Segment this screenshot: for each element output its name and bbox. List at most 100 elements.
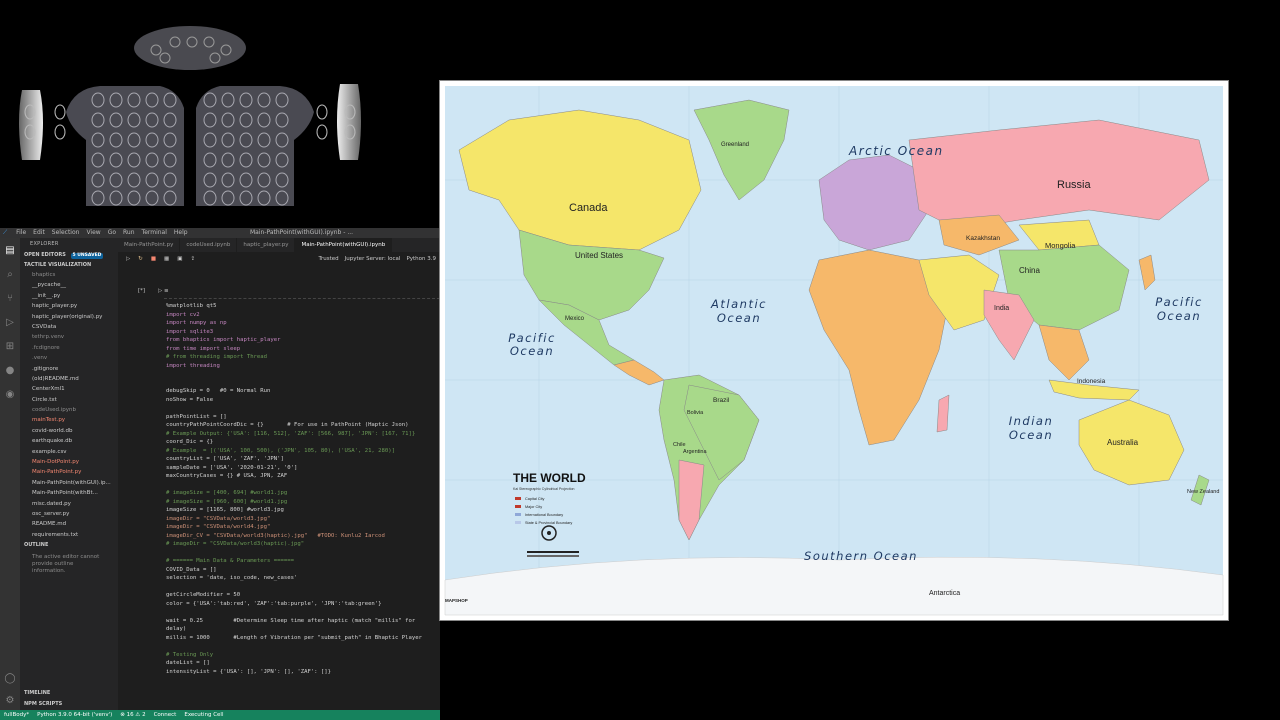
file-tree-item[interactable]: misc.dated.py (20, 499, 118, 509)
file-tree-item[interactable]: __init__.py (20, 291, 118, 301)
editor-tab[interactable]: haptic_player.py (237, 238, 296, 252)
file-tree-item[interactable]: CenterXml1 (20, 384, 118, 394)
run-cell-icon[interactable]: ▷ ≡ (158, 288, 169, 294)
open-editors-section[interactable]: OPEN EDITORS 5 UNSAVED (20, 250, 118, 260)
title-bar: ⟋ File Edit Selection View Go Run Terminal Help… (0, 228, 440, 238)
code-line: coord_Dic = {} (166, 439, 214, 445)
export-icon[interactable]: ⇪ (190, 256, 195, 262)
editor-tab[interactable]: Main-PathPoint(withGUI).ipynb (295, 238, 393, 252)
project-folder[interactable]: TACTILE VISUALIZATION (20, 260, 118, 270)
haptic-vest-diagram (19, 26, 361, 206)
menu-item[interactable]: Go (108, 229, 116, 236)
file-tree-item[interactable]: osc_server.py (20, 509, 118, 519)
publisher-logo: MAPSHOP (445, 598, 468, 603)
menu-item[interactable]: Run (123, 229, 135, 236)
file-tree-item[interactable]: haptic_player.py (20, 301, 118, 311)
arctic-ocean-label: Arctic Ocean (848, 144, 944, 158)
antarctica-label: Antarctica (929, 590, 960, 597)
code-line: getCircleModifier = 50 (166, 592, 241, 598)
code-line: # Testing Only (166, 651, 214, 658)
save-icon[interactable]: ▣ (177, 256, 182, 262)
menu-item[interactable]: Selection (52, 229, 80, 236)
editor-tabs: Main-PathPoint.py codeUsed.ipynb haptic_pl… (118, 238, 440, 252)
file-tree-item[interactable]: Main-PathPoint(withGUI).ip... (20, 478, 118, 488)
git-branch[interactable]: fullBody* (4, 710, 29, 720)
file-tree-item[interactable]: Main-PathPoint(withBt... (20, 488, 118, 498)
file-tree-item[interactable]: Circle.txt (20, 395, 118, 405)
run-all-icon[interactable]: ▷ (126, 256, 130, 262)
outline-section[interactable]: OUTLINE (20, 540, 118, 550)
code-line: color = {'USA':'tab:red', 'ZAF':'tab:pur… (166, 600, 382, 607)
file-tree-item[interactable]: requirements.txt (20, 530, 118, 540)
explorer-icon[interactable]: ▤ (0, 238, 20, 262)
code-line: # ====== Main Data & Parameters ====== (166, 558, 294, 564)
timeline-section[interactable]: TIMELINE (20, 688, 118, 698)
china-label: China (1019, 266, 1040, 275)
trusted-indicator[interactable]: Trusted (318, 256, 338, 262)
cell-toolbar: [*] ▷ ≡ (118, 286, 440, 298)
restart-icon[interactable]: ↻ (138, 256, 143, 262)
usa-label: United States (575, 251, 623, 260)
file-tree-item[interactable]: README.md (20, 519, 118, 529)
code-cell[interactable]: %matplotlib qt5 import cv2 import numpy as… (166, 302, 440, 676)
menu-item[interactable]: Terminal (142, 229, 167, 236)
file-tree-item[interactable]: Main-PathPoint.py (20, 467, 118, 477)
file-tree-item[interactable]: (old)README.md (20, 374, 118, 384)
npm-scripts-section[interactable]: NPM SCRIPTS (20, 699, 118, 709)
run-debug-icon[interactable]: ▷ (0, 310, 20, 334)
head-device (134, 26, 246, 70)
file-tree: bhaptics __pycache__ __init__.py haptic_pla… (20, 270, 118, 540)
file-tree-item[interactable]: haptic_player(original).py (20, 312, 118, 322)
variables-icon[interactable]: ▦ (164, 256, 169, 262)
file-tree-item[interactable]: codeUsed.ipynb (20, 405, 118, 415)
file-tree-item[interactable]: .gitignore (20, 364, 118, 374)
code-line: imageDir_CV = "CSVData/world3(haptic).jp… (166, 532, 385, 539)
code-line: noShow = False (166, 396, 214, 403)
code-line: # imageSize = [400, 694] #world1.jpg (166, 490, 288, 496)
unsaved-badge: 5 UNSAVED (70, 253, 104, 259)
live-share-connect[interactable]: Connect (154, 710, 177, 720)
problems-count[interactable]: ⊗ 16 ⚠ 2 (120, 710, 145, 720)
editor-tab[interactable]: Main-PathPoint.py (118, 238, 181, 252)
python-interpreter[interactable]: Python 3.9.0 64-bit ('venv') (37, 710, 112, 720)
menu-item[interactable]: File (16, 229, 26, 236)
madagascar-shape (936, 394, 950, 433)
search-icon[interactable]: ⌕ (0, 262, 20, 286)
code-line: from time import sleep (166, 345, 241, 352)
atlantic-ocean-label-2: Ocean (717, 311, 761, 325)
extensions-icon[interactable]: ⊞ (0, 334, 20, 358)
kernel-selector[interactable]: Python 3.9 (406, 256, 436, 262)
menu-item[interactable]: Edit (33, 229, 45, 236)
interrupt-icon[interactable]: ■ (151, 256, 156, 262)
file-tree-item[interactable]: .fcdignore (20, 343, 118, 353)
accounts-icon[interactable]: ◯ (0, 666, 20, 690)
status-bar: fullBody* Python 3.9.0 64-bit ('venv') ⊗… (0, 710, 440, 720)
window-title: Main-PathPoint(withGUI).ipynb - ... (250, 229, 354, 236)
remote-icon[interactable]: ◉ (0, 382, 20, 406)
code-line: # from threading import Thread (166, 354, 268, 360)
file-tree-item[interactable]: earthquake.db (20, 436, 118, 446)
map-title: THE WORLD (513, 471, 586, 485)
file-tree-item[interactable]: covid-world.db (20, 426, 118, 436)
code-line: imageDir = "CSVData/world4.jpg" (166, 524, 271, 530)
jupyter-server-status[interactable]: Jupyter Server: local (345, 256, 401, 262)
settings-gear-icon[interactable]: ⚙ (0, 688, 20, 712)
file-tree-item[interactable]: CSVData (20, 322, 118, 332)
editor-tab[interactable]: codeUsed.ipynb (180, 238, 238, 252)
source-control-icon[interactable]: ⑂ (0, 286, 20, 310)
code-line: import numpy as np (166, 320, 227, 326)
jupyter-icon[interactable]: ● (0, 358, 20, 382)
file-tree-item[interactable]: .venv (20, 353, 118, 363)
file-tree-item[interactable]: bhaptics (20, 270, 118, 280)
menu-item[interactable]: View (86, 229, 100, 236)
menu-item[interactable]: Help (174, 229, 188, 236)
file-tree-item[interactable]: tethrp.venv (20, 332, 118, 342)
russia-label: Russia (1057, 179, 1092, 191)
file-tree-item[interactable]: __pycache__ (20, 280, 118, 290)
bolivia-label: Bolivia (687, 410, 704, 416)
file-tree-item[interactable]: Main-DotPoint.py (20, 457, 118, 467)
file-tree-item[interactable]: mainTest.py (20, 415, 118, 425)
code-line: dateList = [] (166, 660, 210, 666)
file-tree-item[interactable]: example.csv (20, 447, 118, 457)
